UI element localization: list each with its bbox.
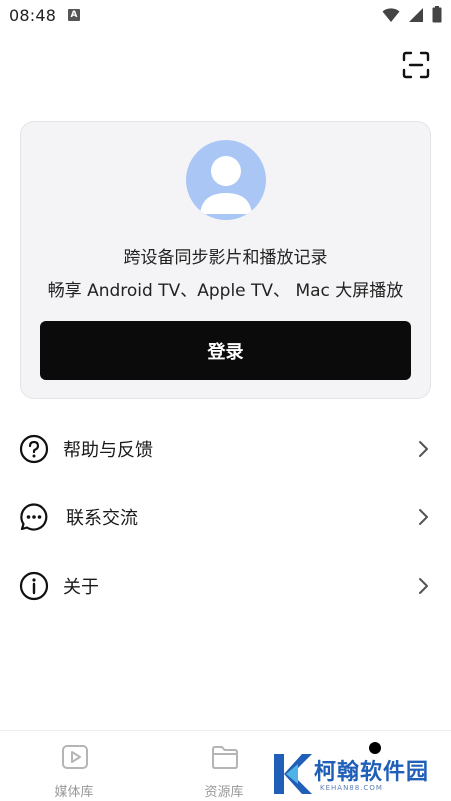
menu-label-help-feedback: 帮助与反馈 [63, 440, 153, 461]
info-circle-icon [19, 571, 49, 601]
notification-icon: A [68, 9, 80, 21]
chevron-right-icon [419, 441, 428, 457]
chat-bubble-icon [20, 503, 48, 531]
nav-label-media-library: 媒体库 [54, 785, 94, 800]
folder-icon [212, 746, 238, 769]
status-time: 08:48 [9, 6, 57, 25]
watermark-subtext: KEHAN88.COM [320, 784, 383, 792]
nav-item-resource-library[interactable]: 资源库 [179, 731, 269, 801]
chevron-right-icon [419, 509, 428, 525]
avatar [186, 140, 266, 220]
nav-item-media-library[interactable]: 媒体库 [29, 731, 119, 801]
play-icon [62, 745, 88, 769]
watermark-text: 柯翰软件园 [314, 760, 430, 785]
sync-description: 跨设备同步影片和播放记录 [123, 248, 328, 268]
menu-item-contact[interactable]: 联系交流 [0, 487, 451, 547]
user-icon [200, 156, 252, 214]
login-card: 跨设备同步影片和播放记录 畅享 Android TV、Apple TV、 Mac… [20, 121, 431, 399]
login-button[interactable]: 登录 [40, 321, 411, 380]
wifi-icon [382, 7, 400, 22]
battery-icon [432, 6, 442, 23]
screen: 08:48 A 跨设备同步影片和播放记录 畅享 Android TV、Apple… [0, 0, 451, 801]
watermark-k-icon [274, 754, 312, 794]
chevron-right-icon [419, 578, 428, 594]
status-bar: 08:48 A [0, 0, 451, 32]
status-indicators [382, 6, 442, 23]
nav-label-resource-library: 资源库 [204, 785, 244, 800]
menu-label-about: 关于 [63, 577, 99, 598]
signal-icon [409, 7, 423, 22]
watermark-logo: 柯翰软件园 KEHAN88.COM [272, 750, 447, 800]
menu-item-help-feedback[interactable]: 帮助与反馈 [0, 419, 451, 479]
menu-label-contact: 联系交流 [66, 508, 138, 529]
platforms-description: 畅享 Android TV、Apple TV、 Mac 大屏播放 [47, 281, 404, 301]
scan-icon[interactable] [401, 50, 431, 80]
help-circle-icon [19, 434, 49, 464]
menu-item-about[interactable]: 关于 [0, 556, 451, 616]
